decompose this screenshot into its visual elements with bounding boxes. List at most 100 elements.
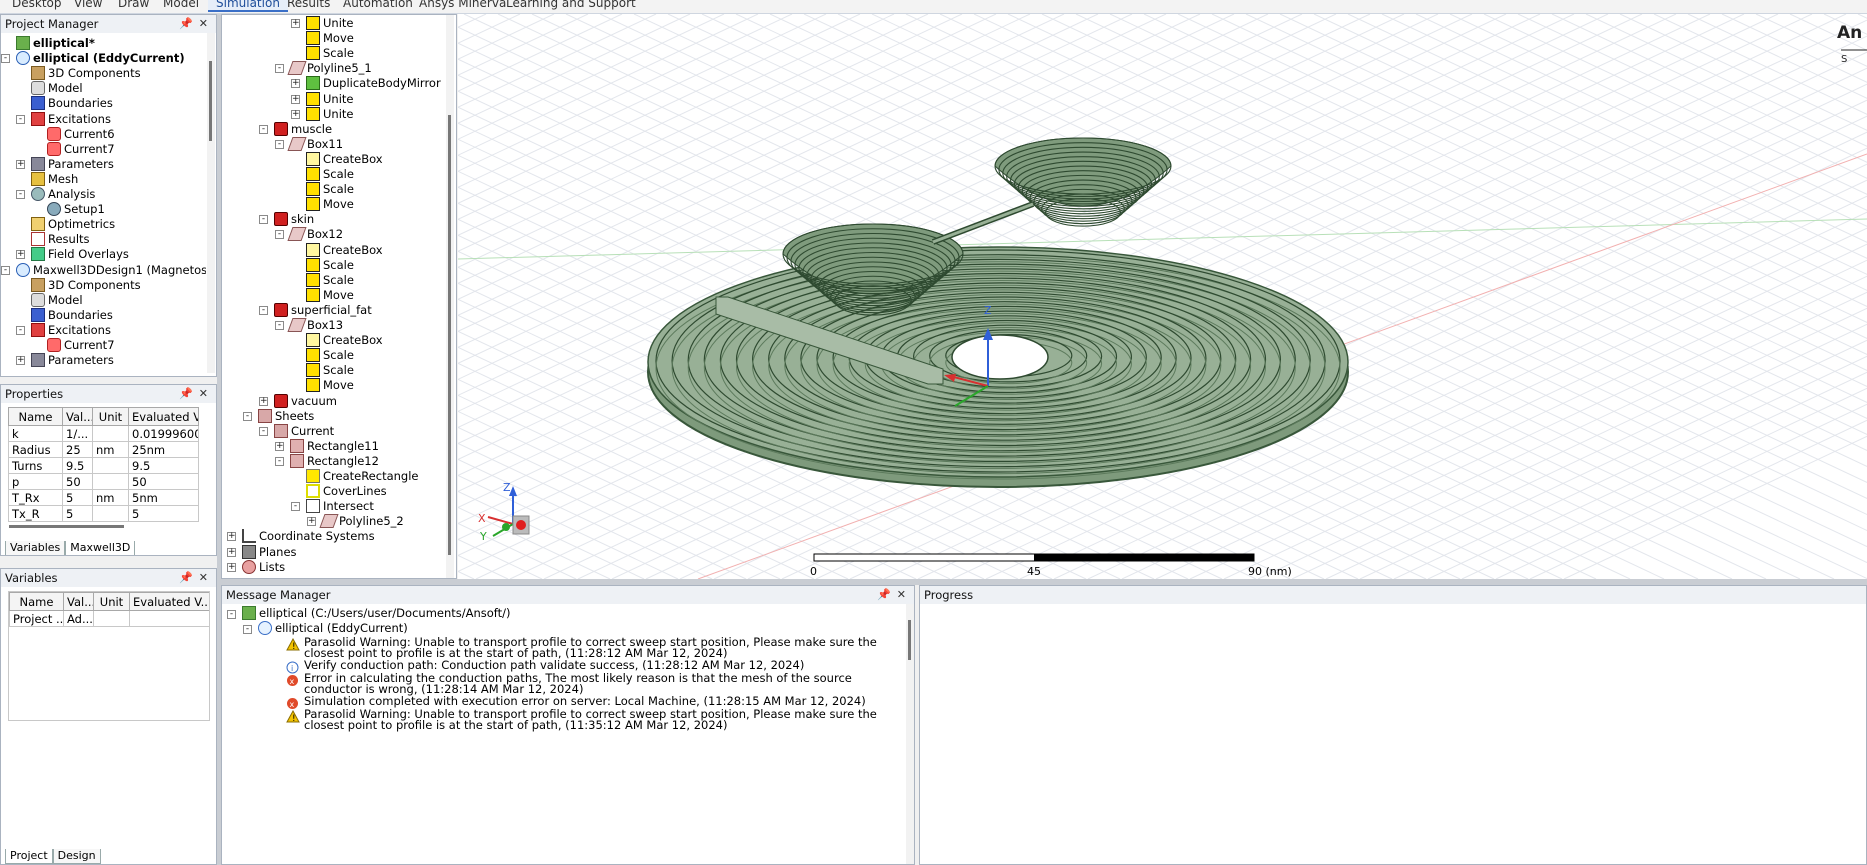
model-tree-scrollbar[interactable] [446,15,454,578]
table-cell[interactable] [92,457,129,474]
table-cell[interactable] [93,610,130,627]
collapse-toggle[interactable]: - [16,325,25,335]
table-cell[interactable]: 25 [62,441,93,458]
collapse-toggle[interactable]: - [16,190,25,199]
column-header[interactable]: Val... [63,592,94,611]
collapse-toggle[interactable]: - [275,456,284,466]
table-row[interactable]: k1/... 0.019996001 [8,425,199,442]
menu-desktop[interactable]: Desktop [12,0,62,10]
collapse-toggle[interactable]: - [1,265,10,275]
table-cell[interactable]: T_Rx [8,489,63,506]
expand-toggle[interactable]: + [307,517,316,527]
message-scrollbar[interactable] [906,604,914,864]
collapse-toggle[interactable]: - [16,114,25,124]
expand-toggle[interactable]: + [16,159,25,169]
column-header[interactable]: Val... [62,407,93,426]
table-cell[interactable]: 50 [128,473,199,490]
table-cell[interactable]: 5 [128,505,199,522]
table-cell[interactable]: 25nm [128,441,199,458]
tab-project[interactable]: Project [5,849,53,864]
collapse-toggle[interactable]: - [259,305,268,315]
expand-toggle[interactable]: + [16,250,25,260]
collapse-toggle[interactable]: - [1,54,10,64]
table-cell[interactable] [92,425,129,442]
menu-learning-and-support[interactable]: Learning and Support [506,0,636,10]
expand-toggle[interactable]: + [275,441,284,451]
table-row[interactable]: Turns 9.5 9.5 [8,457,199,474]
collapse-toggle[interactable]: - [275,230,284,240]
collapse-toggle[interactable]: - [291,502,300,512]
table-cell[interactable]: 9.5 [128,457,199,474]
panel-buttons[interactable]: 📌✕ [179,569,214,587]
panel-buttons[interactable]: 📌✕ [179,15,214,33]
table-cell[interactable]: nm [92,441,129,458]
table-row[interactable]: p 50 50 [8,473,199,490]
table-row[interactable]: T_Rx 5 nm 5nm [8,489,199,506]
table-row[interactable]: Tx_R 5 5 [8,505,199,522]
menu-view[interactable]: View [74,0,102,10]
column-header[interactable]: Name [8,407,63,426]
expand-toggle[interactable]: + [291,19,300,28]
toggle-collapse[interactable]: - [227,610,236,619]
menu-draw[interactable]: Draw [118,0,149,10]
expand-toggle[interactable]: + [227,547,236,557]
menu-results[interactable]: Results [287,0,330,10]
message-item[interactable]: Verify conduction path: Conduction path … [304,659,904,671]
table-cell[interactable] [92,505,129,522]
table-cell[interactable]: Project ... [9,610,64,627]
expand-toggle[interactable]: + [16,356,25,366]
column-header[interactable]: Name [9,592,64,611]
menu-automation[interactable]: Automation [343,0,413,10]
expand-toggle[interactable]: + [291,109,300,119]
column-header[interactable]: Unit [93,592,130,611]
collapse-toggle[interactable]: - [259,124,268,134]
menu-simulation[interactable]: Simulation [208,0,288,12]
table-cell[interactable]: 5 [62,489,93,506]
table-cell[interactable]: p [8,473,63,490]
viewport-canvas[interactable]: Z Z X Y 0 45 90 (nm) An S [458,14,1867,579]
column-header[interactable]: Evaluated V... [129,592,209,611]
table-cell[interactable]: Radius [8,441,63,458]
table-cell[interactable] [92,473,129,490]
table-cell[interactable]: 0.019996001 [128,425,199,442]
modeler-viewport[interactable]: Z Z X Y 0 45 90 (nm) An S [458,14,1867,579]
toggle-collapse[interactable]: - [243,625,252,634]
column-header[interactable]: Evaluated V... [128,407,199,426]
project-tree-scrollbar[interactable] [207,33,215,373]
expand-toggle[interactable]: + [227,532,236,542]
message-item[interactable]: Parasolid Warning: Unable to transport p… [304,708,904,731]
collapse-toggle[interactable]: - [275,139,284,149]
panel-buttons[interactable]: 📌✕ [877,586,912,604]
properties-hscroll[interactable] [9,525,124,528]
column-header[interactable]: Unit [92,407,129,426]
table-cell[interactable]: k [8,425,63,442]
panel-buttons[interactable]: 📌✕ [179,385,214,403]
collapse-toggle[interactable]: - [275,321,284,330]
table-cell[interactable]: Turns [8,457,63,474]
expand-toggle[interactable]: + [259,396,268,406]
table-cell[interactable]: nm [92,489,129,506]
table-cell[interactable]: 5 [62,505,93,522]
table-cell[interactable]: 5nm [128,489,199,506]
table-cell[interactable]: Tx_R [8,505,63,522]
table-cell[interactable]: 50 [62,473,93,490]
tab-design[interactable]: Design [52,849,101,864]
collapse-toggle[interactable]: - [259,215,268,225]
tab-maxwell3d[interactable]: Maxwell3D [65,541,136,555]
menu-ansys-minerva[interactable]: Ansys Minerva [419,0,506,10]
tab-variables[interactable]: Variables [5,541,66,555]
expand-toggle[interactable]: + [291,79,300,89]
collapse-toggle[interactable]: - [243,411,252,421]
message-item[interactable]: Parasolid Warning: Unable to transport p… [304,636,904,659]
message-item[interactable]: Error in calculating the conduction path… [304,672,904,695]
table-cell[interactable] [129,610,209,627]
message-item[interactable]: Simulation completed with execution erro… [304,695,904,707]
table-cell[interactable]: 1/... [62,425,93,442]
table-row[interactable]: Radius 25 nm 25nm [8,441,199,458]
table-cell[interactable]: 9.5 [62,457,93,474]
table-cell[interactable]: Ad... [63,610,94,627]
collapse-toggle[interactable]: - [259,426,268,436]
expand-toggle[interactable]: + [291,94,300,104]
expand-toggle[interactable]: + [227,562,236,572]
menu-model[interactable]: Model [163,0,199,10]
